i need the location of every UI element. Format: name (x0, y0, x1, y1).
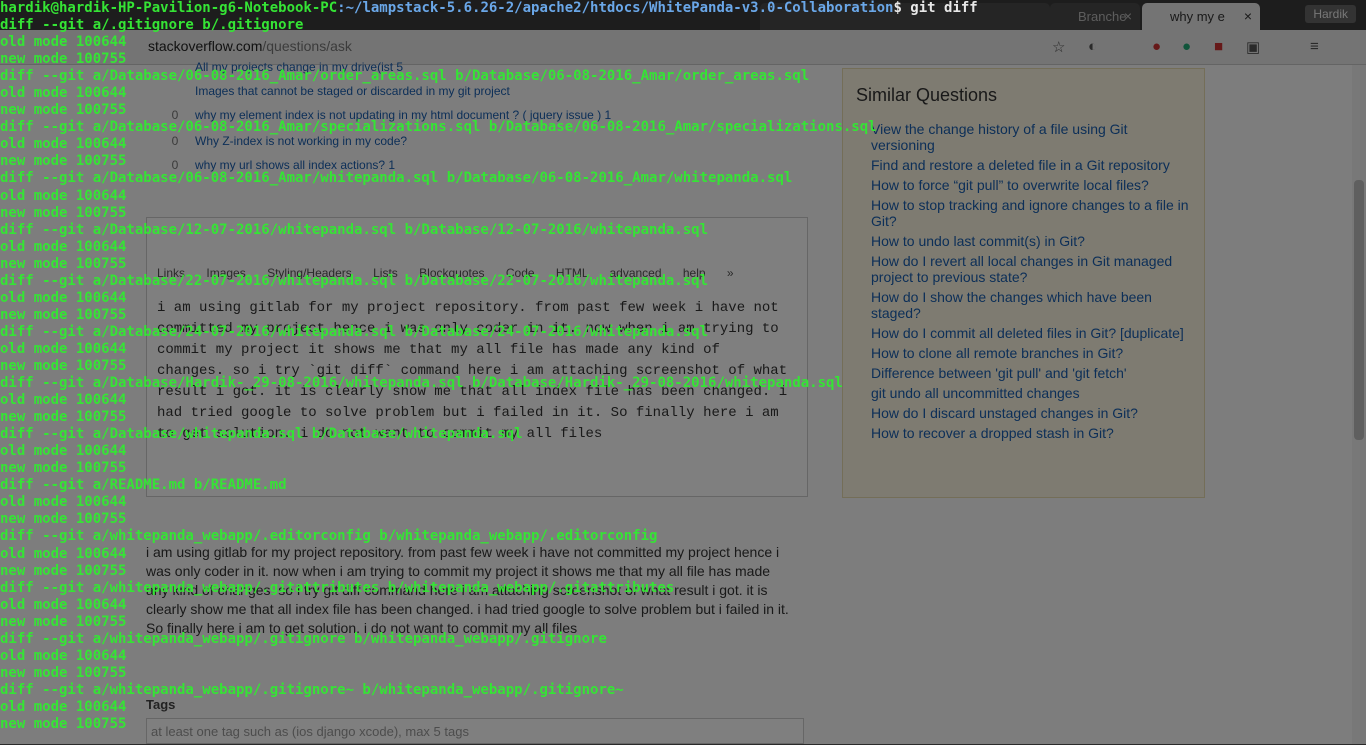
terminal-output-line: old mode 100644 (0, 698, 127, 715)
terminal-output-line: diff --git a/Database/06-08-2016_Amar/or… (0, 68, 810, 85)
terminal-output-line: old mode 100644 (0, 187, 127, 204)
terminal-output-line: new mode 100755 (0, 562, 127, 579)
terminal-output-line: diff --git a/Database/Hardik-_29-08-2016… (0, 375, 843, 392)
prompt-user: hardik@hardik-HP-Pavilion-g6-Notebook-PC (0, 0, 338, 16)
terminal-output-line: old mode 100644 (0, 340, 127, 357)
terminal-prompt-line: hardik@hardik-HP-Pavilion-g6-Notebook-PC… (0, 0, 978, 17)
terminal-output-line: new mode 100755 (0, 102, 127, 119)
terminal-output-line: diff --git a/.gitignore b/.gitignore (0, 17, 304, 34)
terminal-output-line: old mode 100644 (0, 545, 127, 562)
terminal-output-line: new mode 100755 (0, 511, 127, 528)
terminal-output-line: diff --git a/Database/12-07-2016/whitepa… (0, 221, 709, 238)
prompt-path: :~/lampstack-5.6.26-2/apache2/htdocs/Whi… (337, 0, 894, 16)
terminal-output: hardik@hardik-HP-Pavilion-g6-Notebook-PC… (0, 0, 978, 733)
terminal-output-line: old mode 100644 (0, 136, 127, 153)
terminal-output-line: new mode 100755 (0, 51, 127, 68)
terminal-window[interactable]: hardik@hardik-HP-Pavilion-g6-Notebook-PC… (0, 0, 1366, 744)
terminal-output-line: diff --git a/README.md b/README.md (0, 477, 287, 494)
terminal-output-line: old mode 100644 (0, 647, 127, 664)
terminal-output-line: old mode 100644 (0, 34, 127, 51)
terminal-output-line: diff --git a/whitepanda_webapp/.gitignor… (0, 681, 624, 698)
terminal-output-line: diff --git a/Database/24-07-2016/whitepa… (0, 323, 709, 340)
terminal-output-line: diff --git a/Database/22-07-2016/whitepa… (0, 272, 709, 289)
terminal-output-line: new mode 100755 (0, 715, 127, 732)
terminal-output-line: new mode 100755 (0, 204, 127, 221)
terminal-output-line: new mode 100755 (0, 409, 127, 426)
terminal-output-line: diff --git a/whitepanda_webapp/.editorco… (0, 528, 658, 545)
terminal-output-line: new mode 100755 (0, 613, 127, 630)
terminal-output-line: diff --git a/whitepanda_webapp/.gitignor… (0, 630, 607, 647)
prompt-command: $ git diff (893, 0, 978, 16)
terminal-output-line: old mode 100644 (0, 392, 127, 409)
terminal-output-line: diff --git a/Database/whitepanda.sql b/D… (0, 426, 523, 443)
terminal-output-line: diff --git a/Database/06-08-2016_Amar/wh… (0, 170, 793, 187)
terminal-output-line: new mode 100755 (0, 153, 127, 170)
terminal-output-line: new mode 100755 (0, 306, 127, 323)
terminal-output-line: old mode 100644 (0, 85, 127, 102)
terminal-output-line: new mode 100755 (0, 460, 127, 477)
terminal-output-line: old mode 100644 (0, 494, 127, 511)
terminal-output-line: old mode 100644 (0, 289, 127, 306)
terminal-output-line: new mode 100755 (0, 255, 127, 272)
terminal-output-line: old mode 100644 (0, 238, 127, 255)
terminal-output-line: old mode 100644 (0, 596, 127, 613)
terminal-output-line: new mode 100755 (0, 357, 127, 374)
terminal-output-line: old mode 100644 (0, 443, 127, 460)
terminal-output-line: diff --git a/whitepanda_webapp/.gitattri… (0, 579, 675, 596)
terminal-output-line: new mode 100755 (0, 664, 127, 681)
terminal-output-line: diff --git a/Database/06-08-2016_Amar/sp… (0, 119, 877, 136)
